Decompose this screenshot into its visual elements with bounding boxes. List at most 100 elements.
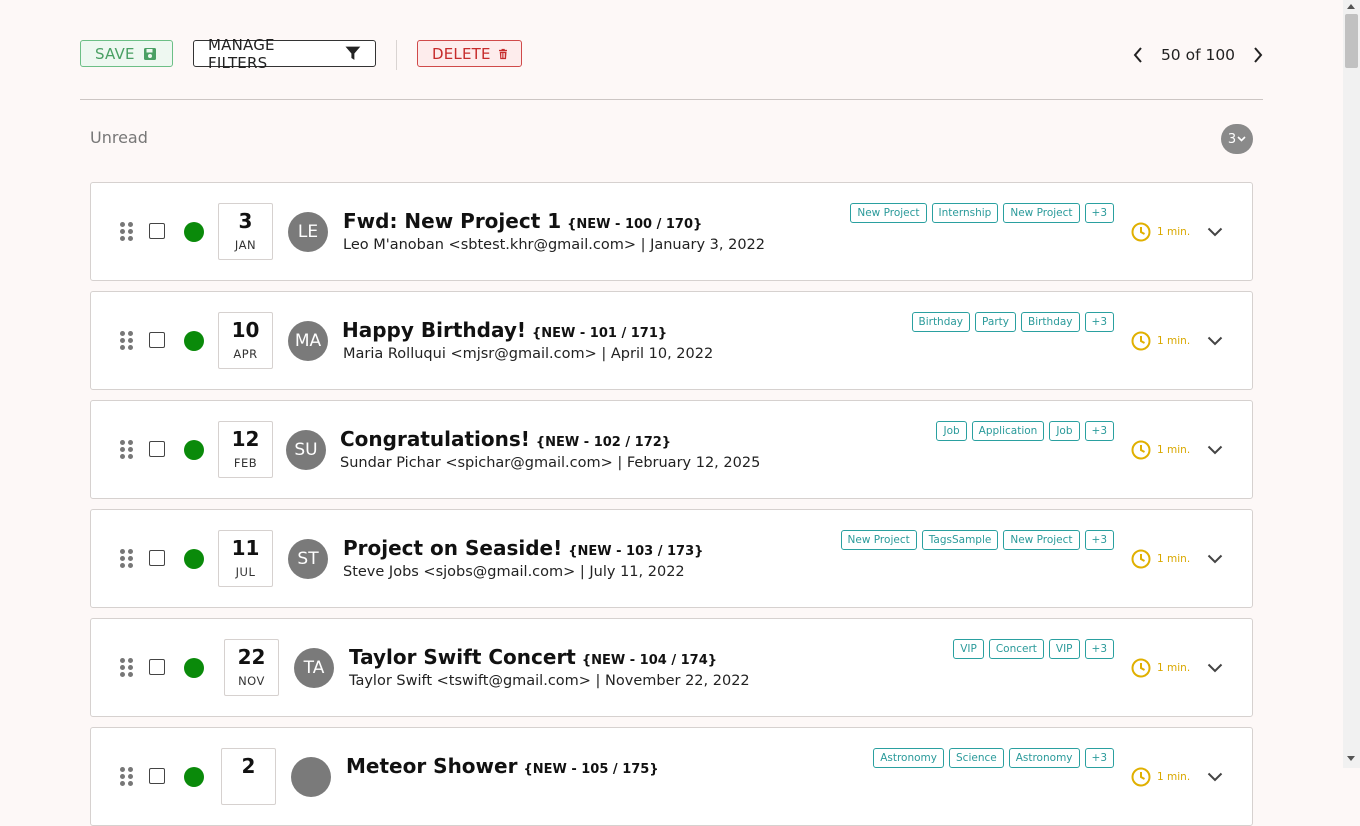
manage-filters-label: MANAGE FILTERS	[208, 35, 275, 72]
save-label: SAVE	[95, 44, 135, 63]
email-checkbox[interactable]	[149, 768, 165, 784]
email-card[interactable]: 11 JUL ST Project on Seaside! {NEW - 103 / 1…	[90, 509, 1253, 608]
expand-email-button[interactable]	[1204, 221, 1226, 243]
date-badge: 22 NOV	[224, 639, 279, 696]
email-checkbox[interactable]	[149, 332, 165, 348]
expand-email-button[interactable]	[1204, 657, 1226, 679]
email-tag[interactable]: Science	[949, 748, 1004, 768]
email-meta: {NEW - 103 / 173}	[568, 544, 704, 559]
status-dot	[184, 658, 204, 678]
scroll-down-arrow-icon[interactable]	[1347, 756, 1355, 761]
email-subject-line[interactable]: Project on Seaside! {NEW - 103 / 173}	[343, 536, 703, 560]
email-tag[interactable]: +3	[1084, 203, 1114, 223]
date-month: FEB	[233, 456, 258, 470]
toolbar: SAVE MANAGE FILTERS DELETE 50 of 100	[80, 36, 1266, 72]
delete-button[interactable]: DELETE	[417, 40, 522, 67]
save-button[interactable]: SAVE	[80, 40, 173, 67]
date-badge: 10 APR	[218, 312, 273, 369]
email-meta: {NEW - 101 / 171}	[531, 326, 668, 341]
email-tag[interactable]: Birthday	[1020, 312, 1080, 332]
email-subject[interactable]: Happy Birthday!	[342, 318, 526, 342]
email-tag[interactable]: VIP	[1048, 639, 1080, 659]
status-dot	[184, 440, 204, 460]
previous-page-button[interactable]	[1130, 40, 1146, 70]
email-card[interactable]: 2 Meteor Shower {NEW - 105 / 175} Astronomy…	[90, 727, 1253, 826]
email-checkbox[interactable]	[149, 223, 165, 239]
email-tag[interactable]: +3	[1084, 639, 1114, 659]
email-tag[interactable]: Party	[975, 312, 1016, 332]
chevron-right-icon	[1254, 47, 1263, 63]
email-tag[interactable]: +3	[1084, 421, 1114, 441]
drag-handle-icon[interactable]	[119, 658, 135, 678]
vertical-scrollbar[interactable]	[1343, 0, 1360, 768]
email-subject-line[interactable]: Happy Birthday! {NEW - 101 / 171}	[342, 318, 667, 342]
drag-handle-icon[interactable]	[119, 549, 135, 569]
next-page-button[interactable]	[1250, 40, 1266, 70]
section-count-toggle[interactable]: 3	[1221, 124, 1253, 154]
email-subject[interactable]: Project on Seaside!	[343, 536, 562, 560]
toolbar-divider-line	[80, 99, 1263, 100]
email-subject[interactable]: Congratulations!	[340, 427, 530, 451]
read-time: 1 min.	[1131, 549, 1190, 569]
email-sender-date: Maria Rolluqui <mjsr@gmail.com> | April …	[343, 346, 714, 362]
tag-list: Astronomy Science Astronomy +3	[873, 748, 1114, 768]
chevron-down-icon	[1207, 227, 1223, 237]
expand-email-button[interactable]	[1204, 766, 1226, 788]
email-card[interactable]: 12 FEB SU Congratulations! {NEW - 102 / 172}…	[90, 400, 1253, 499]
email-tag[interactable]: Birthday	[911, 312, 971, 332]
email-card[interactable]: 22 NOV TA Taylor Swift Concert {NEW - 104 / …	[90, 618, 1253, 717]
drag-handle-icon[interactable]	[119, 331, 135, 351]
email-subject-line[interactable]: Meteor Shower {NEW - 105 / 175}	[346, 754, 659, 778]
email-tag[interactable]: +3	[1084, 312, 1114, 332]
email-card[interactable]: 10 APR MA Happy Birthday! {NEW - 101 / 171} M…	[90, 291, 1253, 390]
email-tag[interactable]: New Project	[1003, 203, 1080, 223]
email-subject-line[interactable]: Fwd: New Project 1 {NEW - 100 / 170}	[343, 209, 702, 233]
date-day: 22	[237, 645, 266, 669]
avatar	[291, 757, 331, 797]
drag-handle-icon[interactable]	[119, 440, 135, 460]
email-card[interactable]: 3 JAN LE Fwd: New Project 1 {NEW - 100 / 170…	[90, 182, 1253, 281]
email-tag[interactable]: New Project	[850, 203, 927, 223]
drag-handle-icon[interactable]	[119, 767, 135, 787]
email-tag[interactable]: Job	[1049, 421, 1080, 441]
tag-list: New Project TagsSample New Project +3	[840, 530, 1114, 550]
email-subject-line[interactable]: Congratulations! {NEW - 102 / 172}	[340, 427, 671, 451]
email-tag[interactable]: Astronomy	[873, 748, 944, 768]
email-tag[interactable]: TagsSample	[921, 530, 999, 550]
read-time-label: 1 min.	[1157, 444, 1191, 456]
date-month: APR	[233, 347, 258, 361]
email-sender-date: Sundar Pichar <spichar@gmail.com> | Febr…	[340, 455, 761, 471]
email-tag[interactable]: Astronomy	[1008, 748, 1080, 768]
email-tag[interactable]: New Project	[1003, 530, 1080, 550]
scrollbar-thumb[interactable]	[1345, 14, 1358, 68]
email-tag[interactable]: Job	[936, 421, 967, 441]
email-tag[interactable]: New Project	[840, 530, 917, 550]
email-checkbox[interactable]	[149, 550, 165, 566]
read-time: 1 min.	[1131, 658, 1190, 678]
email-tag[interactable]: +3	[1084, 530, 1114, 550]
email-subject-line[interactable]: Taylor Swift Concert {NEW - 104 / 174}	[349, 645, 717, 669]
read-time: 1 min.	[1131, 331, 1190, 351]
date-month: JUL	[235, 565, 256, 579]
chevron-down-icon	[1237, 136, 1246, 142]
email-subject[interactable]: Meteor Shower	[346, 754, 517, 778]
email-checkbox[interactable]	[149, 441, 165, 457]
manage-filters-button[interactable]: MANAGE FILTERS	[193, 36, 376, 72]
email-tag[interactable]: VIP	[953, 639, 984, 659]
email-tag[interactable]: +3	[1084, 748, 1114, 768]
expand-email-button[interactable]	[1204, 548, 1226, 570]
inbox-panel: SAVE MANAGE FILTERS DELETE 50 of 100 Unr…	[80, 0, 1266, 826]
scroll-up-arrow-icon[interactable]	[1347, 4, 1355, 9]
email-tag[interactable]: Application	[971, 421, 1045, 441]
drag-handle-icon[interactable]	[119, 222, 135, 242]
delete-label: DELETE	[432, 44, 491, 63]
email-meta: {NEW - 100 / 170}	[567, 217, 703, 232]
email-subject[interactable]: Taylor Swift Concert	[349, 645, 576, 669]
email-subject[interactable]: Fwd: New Project 1	[343, 209, 561, 233]
email-tag[interactable]: Internship	[931, 203, 999, 223]
email-tag[interactable]: Concert	[988, 639, 1044, 659]
email-checkbox[interactable]	[149, 659, 165, 675]
expand-email-button[interactable]	[1204, 330, 1226, 352]
expand-email-button[interactable]	[1204, 439, 1226, 461]
date-day: 12	[231, 427, 260, 451]
